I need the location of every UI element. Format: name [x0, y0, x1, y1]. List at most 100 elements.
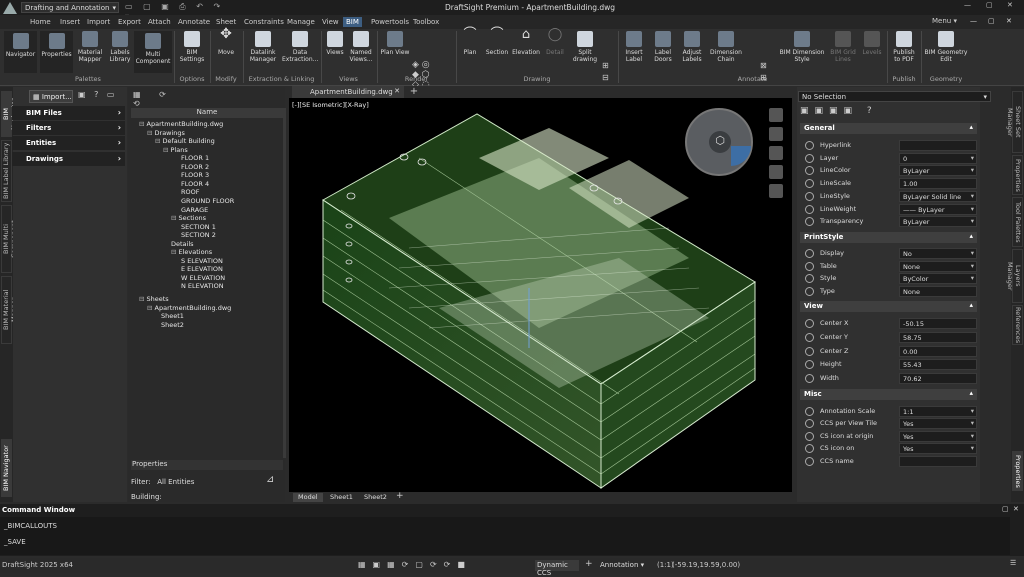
detail-button[interactable]: ◯ Detail — [543, 28, 567, 56]
section-printstyle[interactable]: PrintStyle ▴ — [800, 232, 977, 243]
named-views-button[interactable]: Named Views... — [348, 31, 374, 63]
property-value[interactable]: ByColor — [899, 273, 977, 284]
tree-toggle-icon[interactable]: ⊟ — [139, 120, 147, 128]
property-value[interactable]: 58.75 — [899, 331, 977, 343]
property-value[interactable]: 0.00 — [899, 345, 977, 357]
drawings-row[interactable]: Drawings › — [12, 152, 125, 166]
property-value[interactable] — [899, 455, 977, 467]
views-button[interactable]: Views — [323, 31, 347, 56]
property-value[interactable]: ByLayer — [899, 165, 977, 177]
section-button[interactable]: ⌒ Section — [484, 28, 510, 56]
properties-toolbar-icons[interactable]: ▣▣▣▣ ? — [800, 106, 890, 119]
property-value[interactable]: 0 — [899, 152, 977, 164]
menu-tab-annotate[interactable]: Annotate — [175, 17, 213, 27]
property-value[interactable]: -50.15 — [899, 318, 977, 329]
add-icon[interactable]: + — [585, 559, 593, 569]
tree-item[interactable]: Sheet2 — [161, 321, 184, 329]
tab-tool-palettes[interactable]: Tool Palettes — [1012, 197, 1023, 247]
multi-component-button[interactable]: Multi Component — [134, 31, 172, 73]
tree-item[interactable]: FLOOR 2 — [181, 163, 209, 171]
menu-tab-constraints[interactable]: Constraints — [241, 17, 287, 27]
navigator-button[interactable]: Navigator — [4, 31, 37, 73]
close-tab-icon[interactable]: ✕ — [394, 87, 400, 95]
tree-item[interactable]: ⊟ Default Building — [155, 137, 215, 145]
status-toggle-icons[interactable]: ▦▣▦⟳▢⟳⟳■ — [358, 560, 518, 569]
menu-tab-home[interactable]: Home — [27, 17, 54, 27]
property-value[interactable] — [899, 140, 977, 151]
menu-tab-bim[interactable]: BIM — [343, 17, 362, 27]
tree-item[interactable]: Details — [171, 240, 194, 248]
tab-bim-navigator[interactable]: BIM Navigator — [1, 91, 18, 137]
tree-scrollbar[interactable] — [283, 108, 286, 458]
property-value[interactable]: Yes — [899, 443, 977, 455]
tree-toggle-icon[interactable]: ⊟ — [171, 248, 179, 256]
tab-bim-navigator-bottom[interactable]: BIM Navigator — [1, 439, 12, 497]
bim-files-row[interactable]: BIM Files › — [12, 106, 125, 120]
dimension-chain-button[interactable]: Dimension Chain — [708, 31, 744, 63]
insert-label-button[interactable]: Insert Label — [620, 31, 648, 63]
property-value[interactable]: Yes — [899, 430, 977, 442]
tree-item[interactable]: ⊟ Elevations — [171, 248, 212, 256]
tree-item[interactable]: ⊟ Sections — [171, 214, 206, 222]
tree-item[interactable]: FLOOR 4 — [181, 180, 209, 188]
tree-toggle-icon[interactable]: ⊟ — [139, 295, 147, 303]
labels-library-button[interactable]: Labels Library — [106, 31, 134, 63]
bim-geometry-edit-button[interactable]: BIM Geometry Edit — [923, 31, 969, 63]
adjust-labels-button[interactable]: Adjust Labels — [678, 31, 706, 63]
plan-button[interactable]: ⌒ Plan — [458, 28, 482, 56]
bim-settings-button[interactable]: BIM Settings — [176, 31, 208, 63]
close-button[interactable]: ✕ — [1007, 1, 1013, 9]
tab-bim-material-mapper[interactable]: BIM Material Mapper — [1, 276, 18, 344]
property-value[interactable]: None — [899, 260, 977, 272]
menu-button[interactable]: Menu ▾ — [932, 17, 957, 25]
new-tab-button[interactable]: + — [408, 86, 420, 98]
dynamic-ccs-toggle[interactable]: Dynamic CCS — [535, 560, 579, 577]
minimize-button[interactable]: — — [964, 1, 971, 9]
property-value[interactable]: 1:1 — [899, 406, 977, 417]
entities-row[interactable]: Entities › — [12, 136, 125, 150]
tab-references[interactable]: References — [1012, 305, 1023, 345]
properties-button[interactable]: Properties — [40, 31, 73, 73]
move-button[interactable]: ✥ Move — [212, 27, 240, 56]
property-value[interactable]: 70.62 — [899, 373, 977, 385]
zoom-extents-icon[interactable] — [769, 108, 783, 122]
collapse-icon[interactable]: ▴ — [969, 232, 973, 240]
menu-tab-attach[interactable]: Attach — [145, 17, 174, 27]
tree-toolbar-icons[interactable]: ▦ ⟳ ⟲ — [133, 90, 183, 108]
property-value[interactable]: —— ByLayer — [899, 203, 977, 215]
material-mapper-button[interactable]: Material Mapper — [76, 31, 104, 63]
tree-item[interactable]: FLOOR 3 — [181, 171, 209, 179]
viewport-side-toolbar[interactable] — [769, 108, 785, 198]
tab-bim-label-library[interactable]: BIM Label Library — [1, 140, 12, 202]
command-window-close[interactable]: ▢ — [1002, 505, 1009, 513]
settings-gear-icon[interactable] — [769, 184, 783, 198]
tree-column-header[interactable]: Name — [131, 108, 283, 118]
tree-item[interactable]: ⊟ Drawings — [147, 129, 185, 137]
zoom-icon[interactable] — [769, 165, 783, 179]
publish-pdf-button[interactable]: Publish to PDF — [889, 31, 919, 63]
tree-toggle-icon[interactable]: ⊟ — [147, 304, 155, 312]
tab-properties-bottom[interactable]: Properties — [1012, 451, 1023, 491]
section-view[interactable]: View ▴ — [800, 301, 977, 312]
tree-toggle-icon[interactable]: ⊟ — [155, 137, 163, 145]
menu-tab-import[interactable]: Import — [84, 17, 113, 27]
tree-item[interactable]: ⊟ Sheets — [139, 295, 169, 303]
section-general[interactable]: General ▴ — [800, 123, 977, 134]
tree-item[interactable]: E ELEVATION — [181, 265, 223, 273]
menu-tab-powertools[interactable]: Powertools — [368, 17, 412, 27]
menu-tab-toolbox[interactable]: Toolbox — [410, 17, 442, 27]
property-value[interactable]: ByLayer Solid line — [899, 190, 977, 202]
doc-minimize-button[interactable]: — — [970, 17, 977, 25]
orbit-icon[interactable] — [769, 146, 783, 160]
tab-properties[interactable]: Properties — [1012, 155, 1023, 195]
menu-tab-export[interactable]: Export — [115, 17, 144, 27]
sheet-tab-sheet1[interactable]: Sheet1 — [325, 493, 358, 502]
collapse-icon[interactable]: ▴ — [969, 301, 973, 309]
tree-item[interactable]: SECTION 2 — [181, 231, 216, 239]
label-doors-button[interactable]: Label Doors — [650, 31, 676, 63]
command-window-close-x[interactable]: ✕ — [1013, 505, 1019, 513]
property-value[interactable]: No — [899, 248, 977, 259]
bim-dimension-style-button[interactable]: BIM Dimension Style — [778, 31, 826, 63]
view-navigation-wheel[interactable]: ⬡ — [685, 108, 753, 176]
property-value[interactable]: None — [899, 285, 977, 297]
